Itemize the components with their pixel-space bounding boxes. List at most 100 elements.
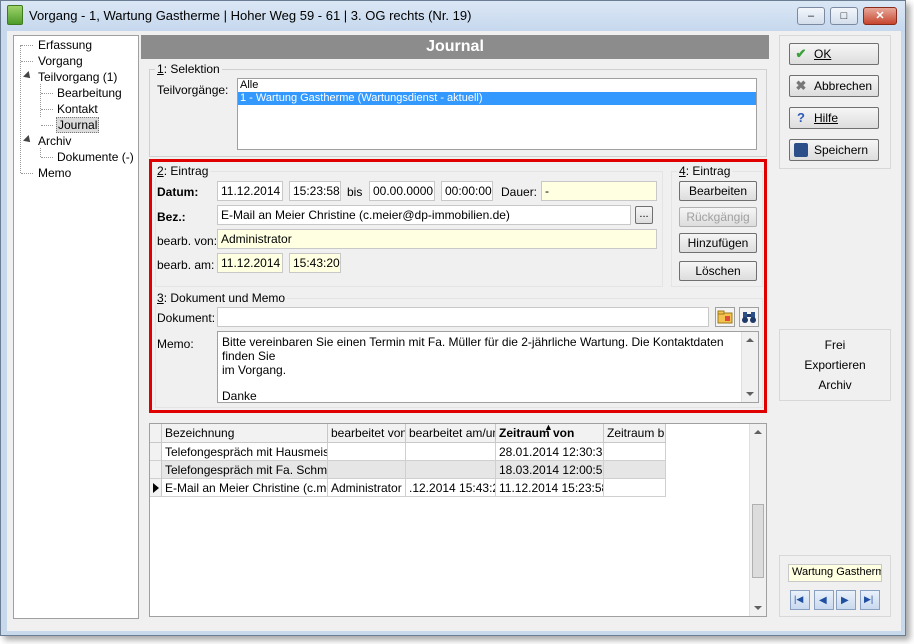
app-icon bbox=[7, 5, 23, 25]
memo-scrollbar[interactable] bbox=[741, 332, 758, 402]
rueckgaengig-button[interactable]: Rückgängig bbox=[679, 207, 757, 227]
hilfe-button[interactable]: ? Hilfe bbox=[789, 107, 879, 129]
tree-item-kontakt[interactable]: Kontakt bbox=[57, 102, 98, 116]
bez-label: Bez.: bbox=[157, 210, 186, 224]
table-cell[interactable] bbox=[328, 443, 406, 461]
memo-line: Danke bbox=[222, 389, 257, 403]
loeschen-button[interactable]: Löschen bbox=[679, 261, 757, 281]
tree-item-archiv[interactable]: Archiv bbox=[38, 134, 71, 148]
scroll-up-icon[interactable] bbox=[754, 430, 762, 434]
table-cell[interactable]: 18.03.2014 12:00:52 bbox=[496, 461, 604, 479]
column-header-zeitraum-von[interactable]: Zeitraum von ▲ bbox=[496, 424, 604, 443]
tree-line bbox=[21, 173, 33, 174]
table-cell[interactable]: Administrator bbox=[328, 479, 406, 497]
window-title: Vorgang - 1, Wartung Gastherme | Hoher W… bbox=[29, 8, 472, 23]
zeit-bis-field[interactable]: 00:00:00 bbox=[441, 181, 493, 201]
hinzufuegen-button[interactable]: Hinzufügen bbox=[679, 233, 757, 253]
scroll-down-icon[interactable] bbox=[746, 392, 754, 396]
scroll-down-icon[interactable] bbox=[754, 606, 762, 610]
column-header-zeitraum-bis[interactable]: Zeitraum bis bbox=[604, 424, 666, 443]
navigation-tree: Erfassung Vorgang Teilvorgang (1) Bearbe… bbox=[13, 35, 139, 619]
teilvorgaenge-list[interactable]: Alle 1 - Wartung Gastherme (Wartungsdien… bbox=[237, 78, 757, 150]
column-header-bearbeitet-von[interactable]: bearbeitet von bbox=[328, 424, 406, 443]
next-icon: ▶ bbox=[841, 595, 849, 606]
abbrechen-button[interactable]: ✖ Abbrechen bbox=[789, 75, 879, 97]
table-cell[interactable] bbox=[406, 443, 496, 461]
bezeichnung-lookup-button[interactable]: ... bbox=[635, 206, 653, 224]
tree-item-teilvorgang[interactable]: Teilvorgang (1) bbox=[38, 70, 117, 84]
bearbeiten-button[interactable]: Bearbeiten bbox=[679, 181, 757, 201]
scroll-up-icon[interactable] bbox=[746, 338, 754, 342]
tree-line bbox=[40, 148, 41, 157]
frei-link[interactable]: Frei bbox=[780, 338, 890, 352]
table-cell[interactable]: Telefongespräch mit Fa. Schmidt bbox=[162, 461, 328, 479]
tree-item-vorgang[interactable]: Vorgang bbox=[38, 54, 83, 68]
row-indicator-current[interactable] bbox=[150, 479, 162, 497]
scroll-thumb[interactable] bbox=[752, 504, 764, 578]
table-cell[interactable]: .12.2014 15:43:20 bbox=[406, 479, 496, 497]
maximize-button[interactable]: □ bbox=[830, 7, 858, 25]
dokument-label: Dokument: bbox=[157, 311, 216, 325]
table-cell[interactable] bbox=[328, 461, 406, 479]
expand-arrow-icon[interactable] bbox=[23, 135, 33, 145]
zeit-von-field[interactable]: 15:23:58 bbox=[289, 181, 341, 201]
close-button[interactable]: ✕ bbox=[863, 7, 897, 25]
bezeichnung-field[interactable]: E-Mail an Meier Christine (c.meier@dp-im… bbox=[217, 205, 631, 225]
open-document-button[interactable] bbox=[715, 307, 735, 327]
selektion-hotkey: 1 bbox=[157, 62, 164, 76]
table-cell[interactable]: 28.01.2014 12:30:35 bbox=[496, 443, 604, 461]
next-record-button[interactable]: ▶ bbox=[836, 590, 856, 610]
table-cell[interactable] bbox=[604, 443, 666, 461]
save-icon bbox=[794, 143, 808, 157]
row-indicator[interactable] bbox=[150, 443, 162, 461]
list-item[interactable]: Alle bbox=[238, 79, 756, 92]
row-indicator[interactable] bbox=[150, 461, 162, 479]
bearb-am-zeit-field: 15:43:20 bbox=[289, 253, 341, 273]
eintrag-title: : Eintrag bbox=[163, 164, 209, 178]
column-header-bearbeitet-am[interactable]: bearbeitet am/um bbox=[406, 424, 496, 443]
ok-button[interactable]: ✔ OK bbox=[789, 43, 879, 65]
list-item-selected[interactable]: 1 - Wartung Gastherme (Wartungsdienst - … bbox=[238, 92, 756, 105]
eintrag-actions-hotkey: 4 bbox=[679, 164, 686, 178]
archiv-link[interactable]: Archiv bbox=[780, 378, 890, 392]
table-cell[interactable]: Telefongespräch mit Hausmeister bbox=[162, 443, 328, 461]
dokument-field[interactable] bbox=[217, 307, 709, 327]
table-cell[interactable]: E-Mail an Meier Christine (c.meier@ bbox=[162, 479, 328, 497]
minimize-button[interactable]: – bbox=[797, 7, 825, 25]
table-cell[interactable] bbox=[604, 461, 666, 479]
eintrag-group-title: 2: Eintrag bbox=[155, 164, 211, 178]
table-cell[interactable]: 11.12.2014 15:23:58 bbox=[496, 479, 604, 497]
first-icon: |◀ bbox=[794, 594, 804, 604]
table-cell[interactable] bbox=[406, 461, 496, 479]
datum-bis-field[interactable]: 00.00.0000 bbox=[369, 181, 435, 201]
selektion-group-title: 1: Selektion bbox=[155, 62, 222, 76]
search-document-button[interactable] bbox=[739, 307, 759, 327]
column-header-zeitraum-von-label: Zeitraum von bbox=[499, 426, 575, 440]
memo-textarea[interactable]: Bitte vereinbaren Sie einen Termin mit F… bbox=[217, 331, 759, 403]
side-links-group: Frei Exportieren Archiv bbox=[779, 329, 891, 401]
first-record-button[interactable]: |◀ bbox=[790, 590, 810, 610]
exportieren-link[interactable]: Exportieren bbox=[780, 358, 890, 372]
column-header-bezeichnung[interactable]: Bezeichnung bbox=[162, 424, 328, 443]
speichern-label: Speichern bbox=[814, 143, 869, 157]
selektion-title: : Selektion bbox=[163, 62, 220, 76]
tree-item-dokumente[interactable]: Dokumente (-) bbox=[57, 150, 134, 164]
dauer-field: - bbox=[541, 181, 657, 201]
datum-von-field[interactable]: 11.12.2014 bbox=[217, 181, 283, 201]
speichern-button[interactable]: Speichern bbox=[789, 139, 879, 161]
last-record-button[interactable]: ▶| bbox=[860, 590, 880, 610]
tree-item-journal[interactable]: Journal bbox=[56, 117, 100, 133]
expand-arrow-icon[interactable] bbox=[23, 71, 33, 81]
tree-item-memo[interactable]: Memo bbox=[38, 166, 71, 180]
table-cell[interactable] bbox=[604, 479, 666, 497]
tree-item-bearbeitung[interactable]: Bearbeitung bbox=[57, 86, 122, 100]
table-scrollbar[interactable] bbox=[749, 424, 766, 616]
ok-label: OK bbox=[814, 47, 832, 61]
tree-item-erfassung[interactable]: Erfassung bbox=[38, 38, 92, 52]
memo-blank-line bbox=[222, 377, 754, 389]
last-icon: ▶| bbox=[864, 594, 874, 604]
application-window: Vorgang - 1, Wartung Gastherme | Hoher W… bbox=[0, 0, 906, 636]
tree-line bbox=[41, 157, 53, 158]
previous-record-button[interactable]: ◀ bbox=[814, 590, 834, 610]
help-icon: ? bbox=[797, 110, 805, 125]
